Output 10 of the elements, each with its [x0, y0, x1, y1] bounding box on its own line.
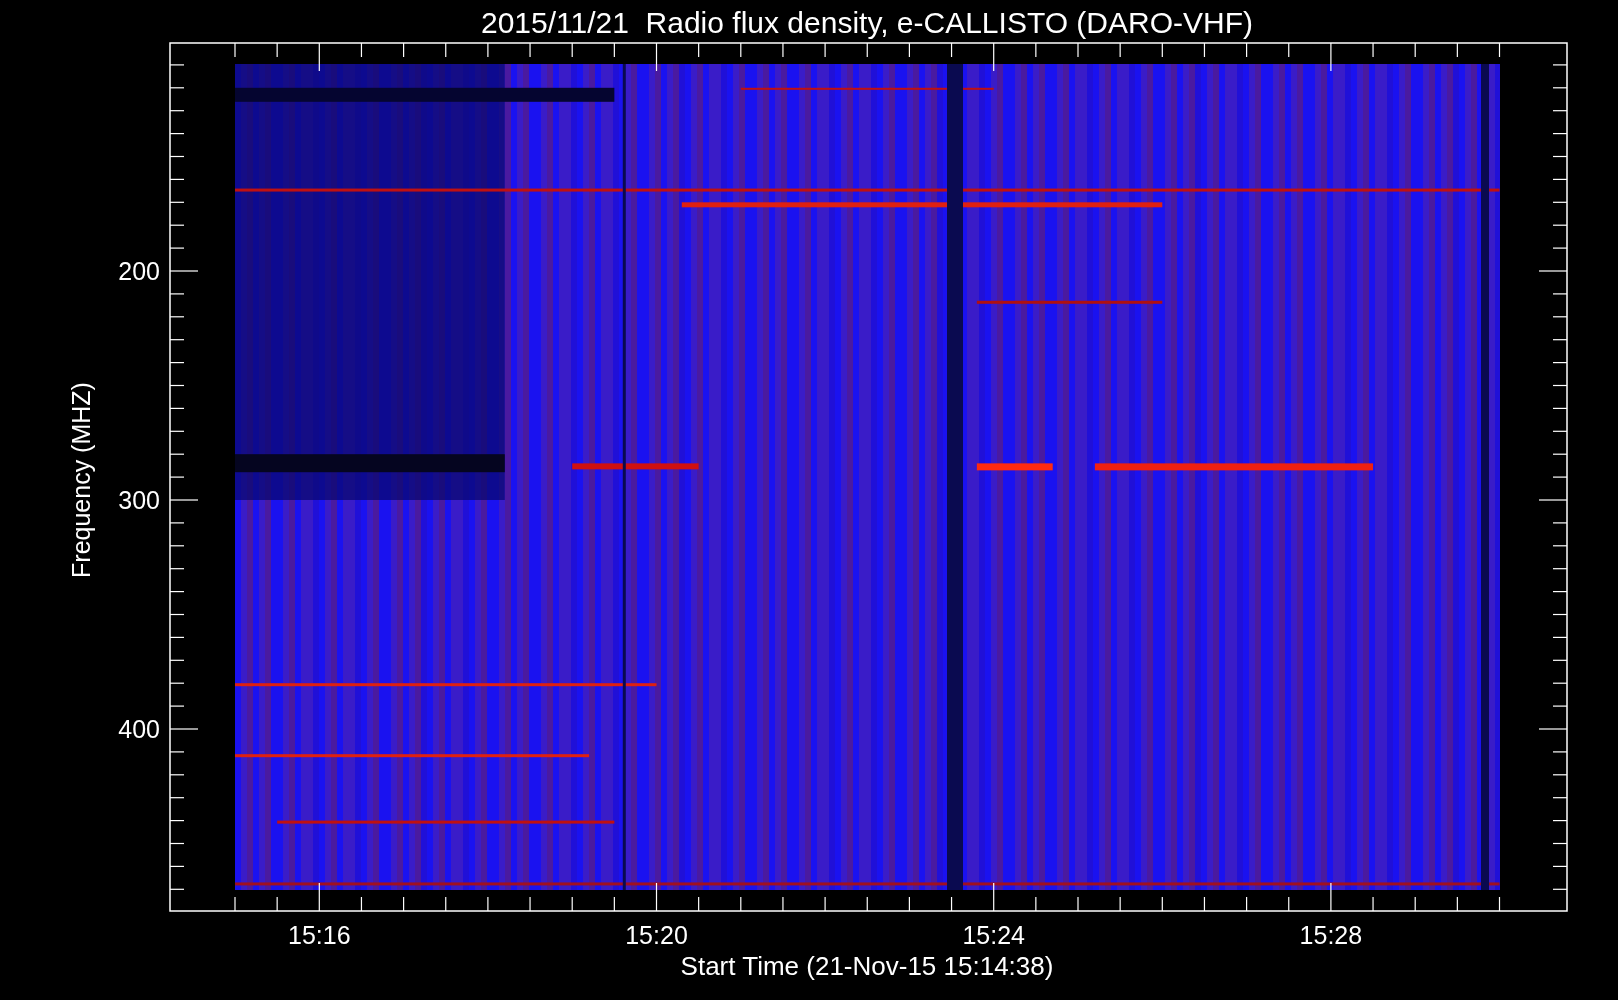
y-axis-label: Frequency (MHZ) — [67, 382, 95, 578]
x-tick-label: 15:20 — [625, 921, 688, 949]
x-tick-label: 15:28 — [1299, 921, 1363, 949]
y-tick-label: 400 — [118, 715, 160, 743]
x-axis-label: Start Time (21-Nov-15 15:14:38) — [680, 951, 1054, 981]
y-tick-label: 300 — [118, 486, 160, 514]
chart-title: 2015/11/21 Radio flux density, e-CALLISTO (DARO-VHF) — [481, 6, 1253, 39]
x-tick-label: 15:24 — [962, 921, 1025, 949]
y-tick-label: 200 — [118, 257, 160, 285]
x-tick-label: 15:16 — [288, 921, 351, 949]
